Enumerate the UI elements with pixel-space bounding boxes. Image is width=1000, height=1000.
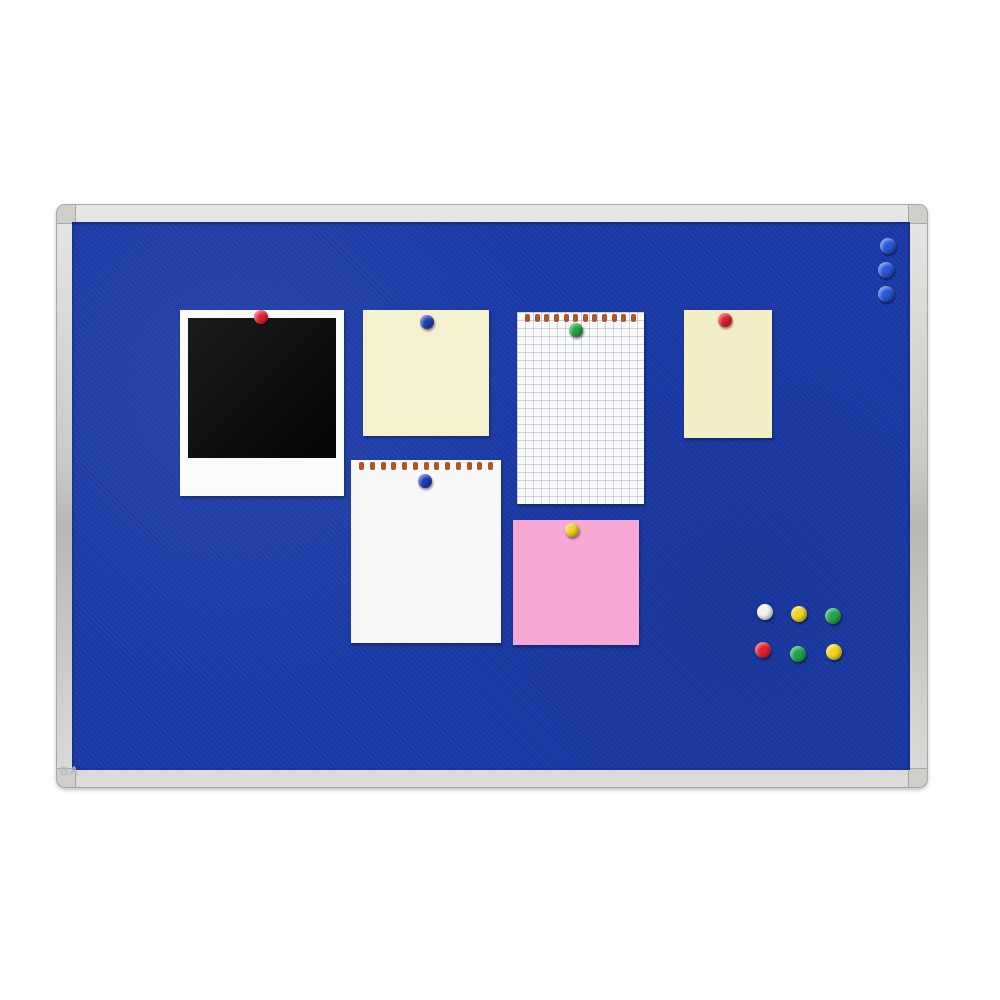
loose-pin-white[interactable] [757,604,773,620]
sticky-note-cream-small[interactable] [684,310,772,438]
grid-paper[interactable] [517,312,644,504]
loose-pin-green-2[interactable] [790,646,806,662]
photo-black-area [188,318,336,458]
loose-pin-yellow[interactable] [791,606,807,622]
loose-pin-green[interactable] [825,608,841,624]
pin-yellow-pink-note[interactable] [565,523,579,537]
polaroid-photo[interactable] [180,310,344,496]
sticky-note-pink[interactable] [513,520,639,645]
spiral-holes [359,462,493,472]
brand-mark: BA [60,764,80,778]
pin-red-photo[interactable] [254,310,268,324]
pin-green-grid[interactable] [569,323,583,337]
loose-pin-red[interactable] [755,642,771,658]
push-pin-blue[interactable] [878,286,894,302]
pin-red-small-note[interactable] [718,313,732,327]
frame-corner [56,204,76,224]
pin-blue-notebook[interactable] [418,474,432,488]
cork-board-scene: BA [0,0,1000,1000]
push-pin-blue[interactable] [880,238,896,254]
frame-corner [908,768,928,788]
loose-pin-yellow-2[interactable] [826,644,842,660]
frame-corner [908,204,928,224]
push-pin-blue[interactable] [878,262,894,278]
spiral-holes [525,314,636,324]
pin-blue-cream-note[interactable] [420,315,434,329]
